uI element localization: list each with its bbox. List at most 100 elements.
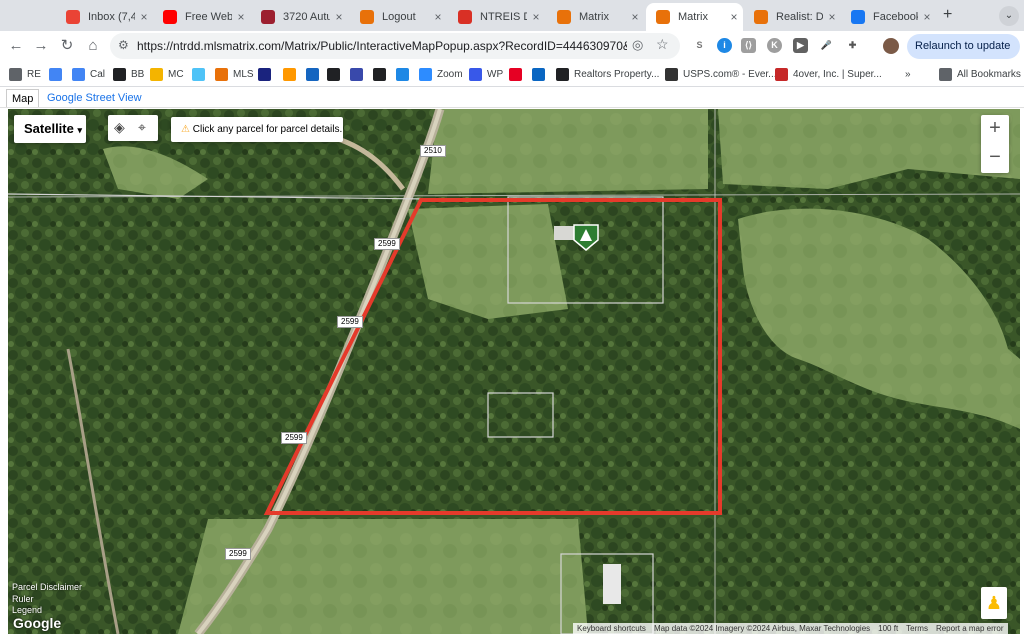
tab-title: Logout [382, 11, 416, 23]
matrix-icon [656, 10, 670, 24]
site-info-icon[interactable]: ⚙ [118, 38, 129, 52]
tab-title: 3720 Autum [283, 11, 330, 23]
microphone-icon[interactable]: 🎤 [819, 38, 834, 53]
tab-title: Inbox (7,43 [88, 11, 135, 23]
bookmark-item[interactable]: WP [469, 66, 503, 82]
bookmark-item[interactable]: MC [150, 66, 184, 82]
home-icon[interactable]: ⌂ [83, 36, 103, 56]
close-icon[interactable]: × [232, 10, 250, 24]
tab-7[interactable]: Realist: Dir× [744, 3, 841, 31]
bookmark-item[interactable]: Cal [72, 66, 105, 82]
tab-1[interactable]: Free Webin× [153, 3, 250, 31]
legend-link[interactable]: Legend [12, 605, 42, 615]
extension-code-icon[interactable]: ⟨⟩ [741, 38, 756, 53]
bookmark-item[interactable] [509, 66, 527, 82]
extensions-puzzle-icon[interactable]: ✚ [845, 38, 860, 53]
satellite-map[interactable]: 2510 2599 2599 2599 2599 Satellite ▾ ◈ ⌖… [8, 109, 1020, 634]
report-error-link[interactable]: Report a map error [932, 623, 1008, 634]
zoom-out-button[interactable]: − [981, 144, 1009, 173]
bookmark-favicon-icon [373, 67, 386, 81]
close-icon[interactable]: × [918, 10, 936, 24]
more-bookmarks-icon[interactable]: » [905, 66, 911, 82]
bookmark-item[interactable] [258, 66, 276, 82]
tracking-blocked-icon[interactable]: ◎ [632, 37, 643, 53]
zoom-in-button[interactable]: + [981, 115, 1009, 144]
profile-avatar[interactable] [883, 38, 899, 54]
road-label-2599: 2599 [337, 316, 363, 328]
road-label-2599: 2599 [374, 238, 400, 250]
extension-s-icon[interactable]: S [692, 38, 707, 53]
url-text[interactable]: https://ntrdd.mlsmatrix.com/Matrix/Publi… [137, 39, 627, 53]
bookmark-favicon-icon [283, 67, 296, 81]
close-icon[interactable]: × [429, 10, 447, 24]
close-icon[interactable]: × [330, 10, 348, 24]
address-bar[interactable]: ⚙ https://ntrdd.mlsmatrix.com/Matrix/Pub… [110, 33, 680, 59]
road-label-2599: 2599 [225, 548, 251, 560]
close-icon[interactable]: × [626, 10, 644, 24]
tab-2[interactable]: 3720 Autum× [251, 3, 348, 31]
bookmark-favicon-icon [396, 67, 409, 81]
map-type-label: Satellite [24, 121, 74, 136]
new-tab-button[interactable]: + [943, 6, 952, 24]
bookmark-item[interactable]: Zoom [419, 66, 463, 82]
forward-icon[interactable]: → [31, 36, 51, 56]
bookmark-favicon-icon [350, 67, 363, 81]
back-icon[interactable]: ← [6, 36, 26, 56]
bookmark-item[interactable]: MLS [215, 66, 254, 82]
ruler-link[interactable]: Ruler [12, 594, 34, 604]
extension-k-icon[interactable]: K [767, 38, 782, 53]
scale-bar[interactable]: 100 ft [874, 623, 902, 634]
matrix-icon [754, 10, 768, 24]
extension-info-icon[interactable]: i [717, 38, 732, 53]
street-view-pegman-icon[interactable]: ♟ [981, 587, 1007, 619]
tab-3[interactable]: Logout × [350, 3, 447, 31]
tab-search-button[interactable]: ⌄ [999, 6, 1019, 26]
bookmark-item[interactable] [192, 66, 210, 82]
close-icon[interactable]: × [135, 10, 153, 24]
bookmark-favicon-icon [665, 67, 678, 81]
bookmark-item[interactable] [49, 66, 67, 82]
close-icon[interactable]: × [527, 10, 545, 24]
locate-icon[interactable]: ⌖ [138, 119, 146, 136]
tab-5[interactable]: Matrix × [547, 3, 644, 31]
tab-map[interactable]: Map [6, 89, 40, 107]
bookmark-label: Cal [90, 68, 106, 80]
all-bookmarks-button[interactable]: All Bookmarks [939, 66, 1021, 82]
tab-0[interactable]: Inbox (7,43× [56, 3, 153, 31]
layers-icon[interactable]: ◈ [114, 119, 125, 136]
tab-title: Matrix [579, 11, 609, 23]
bookmark-item[interactable] [350, 66, 368, 82]
bookmark-favicon-icon [306, 67, 319, 81]
bookmark-item[interactable] [373, 66, 391, 82]
close-icon[interactable]: × [725, 10, 743, 24]
tab-8[interactable]: Facebook × [841, 3, 936, 31]
map-tools: ◈ ⌖ [108, 115, 158, 141]
bookmark-item[interactable] [532, 66, 550, 82]
folder-icon [9, 67, 22, 81]
bookmark-item[interactable] [396, 66, 414, 82]
terms-link[interactable]: Terms [902, 623, 932, 634]
bookmark-item[interactable]: 4over, Inc. | Super... [775, 66, 882, 82]
bookmark-favicon-icon [258, 67, 271, 81]
relaunch-button[interactable]: Relaunch to update ⋮ [907, 34, 1020, 77]
tab-4[interactable]: NTREIS Das× [448, 3, 545, 31]
bookmark-favicon-icon [509, 67, 522, 81]
bookmark-item[interactable] [283, 66, 301, 82]
bookmark-item[interactable]: USPS.com® - Ever... [665, 66, 777, 82]
bookmark-item[interactable] [327, 66, 345, 82]
bookmark-item[interactable]: BB [113, 66, 144, 82]
bookmark-label: RE [27, 68, 41, 80]
tab-street-view[interactable]: Google Street View [42, 89, 147, 107]
tab-6[interactable]: Matrix × [646, 3, 743, 31]
bookmark-item[interactable] [306, 66, 324, 82]
bookmark-star-icon[interactable]: ☆ [656, 36, 669, 53]
parcel-disclaimer-link[interactable]: Parcel Disclaimer [12, 582, 82, 592]
bookmark-favicon-icon [72, 67, 85, 81]
map-type-selector[interactable]: Satellite ▾ [14, 115, 86, 143]
keyboard-shortcuts-link[interactable]: Keyboard shortcuts [573, 623, 650, 634]
close-icon[interactable]: × [823, 10, 841, 24]
bookmark-item[interactable]: Realtors Property... [556, 66, 659, 82]
bookmark-item[interactable]: RE [9, 66, 41, 82]
extension-video-icon[interactable]: ▶ [793, 38, 808, 53]
reload-icon[interactable]: ↻ [57, 36, 77, 56]
